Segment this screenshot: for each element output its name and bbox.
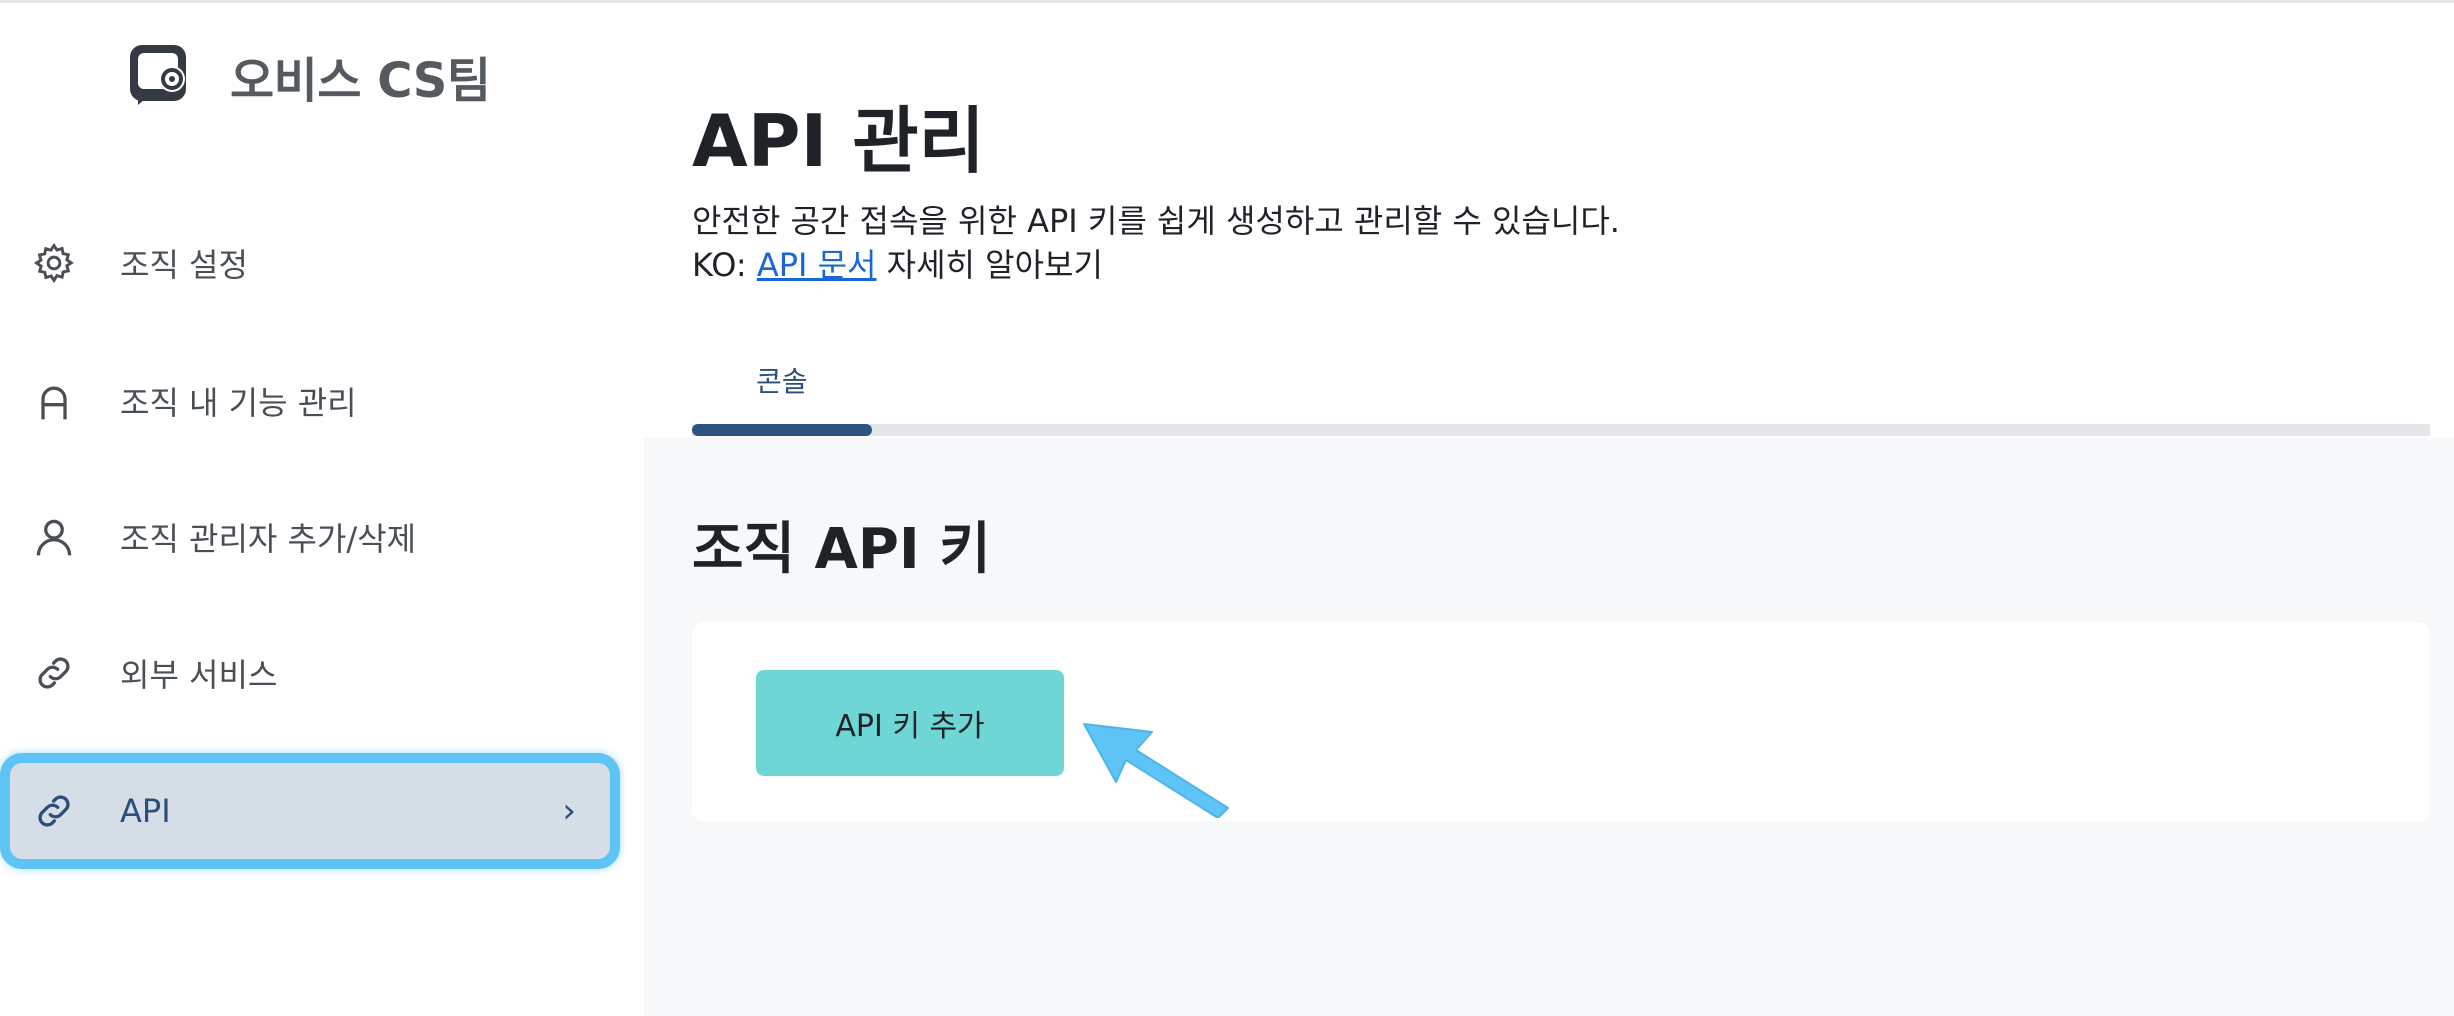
lock-icon <box>30 377 78 425</box>
sidebar-item-label: 외부 서비스 <box>120 656 278 694</box>
doc-prefix: KO: <box>692 246 757 284</box>
sidebar-item-admin-management[interactable]: 조직 관리자 추가/삭제 <box>0 487 620 587</box>
add-api-key-button[interactable]: API 키 추가 <box>756 670 1064 776</box>
link-icon <box>30 787 78 835</box>
page-title: API 관리 <box>692 99 985 183</box>
office-logo-icon <box>124 41 196 111</box>
sidebar-item-label: 조직 설정 <box>120 246 248 284</box>
person-icon <box>30 513 78 561</box>
sidebar-item-api[interactable]: API › <box>0 753 620 869</box>
tab-active-indicator <box>692 424 872 436</box>
sidebar-item-label: 조직 관리자 추가/삭제 <box>120 520 417 558</box>
sidebar-item-label: API <box>120 792 171 830</box>
brand[interactable]: 오비스 CS팀 <box>124 41 491 111</box>
section-title: 조직 API 키 <box>692 517 991 582</box>
page-description: 안전한 공간 접속을 위한 API 키를 쉽게 생성하고 관리할 수 있습니다. <box>692 202 1620 240</box>
pointer-arrow-icon <box>1083 723 1229 818</box>
sidebar-item-label: 조직 내 기능 관리 <box>120 384 357 422</box>
chevron-right-icon: › <box>562 791 576 831</box>
gear-icon <box>30 239 78 287</box>
sidebar-item-org-settings[interactable]: 조직 설정 <box>0 213 620 313</box>
sidebar: 오비스 CS팀 조직 설정 조직 내 기능 관리 조직 관리자 추가/삭제 외부… <box>0 3 644 1016</box>
tab-track <box>692 424 2430 436</box>
doc-suffix: 자세히 알아보기 <box>876 246 1103 284</box>
brand-name: 오비스 CS팀 <box>230 53 491 109</box>
sidebar-item-external-services[interactable]: 외부 서비스 <box>0 623 620 723</box>
api-docs-link[interactable]: API 문서 <box>757 246 877 284</box>
doc-line: KO: API 문서 자세히 알아보기 <box>692 240 1103 286</box>
link-icon <box>30 649 78 697</box>
tab-console[interactable]: 콘솔 <box>756 360 808 400</box>
sidebar-item-feature-management[interactable]: 조직 내 기능 관리 <box>0 351 620 451</box>
